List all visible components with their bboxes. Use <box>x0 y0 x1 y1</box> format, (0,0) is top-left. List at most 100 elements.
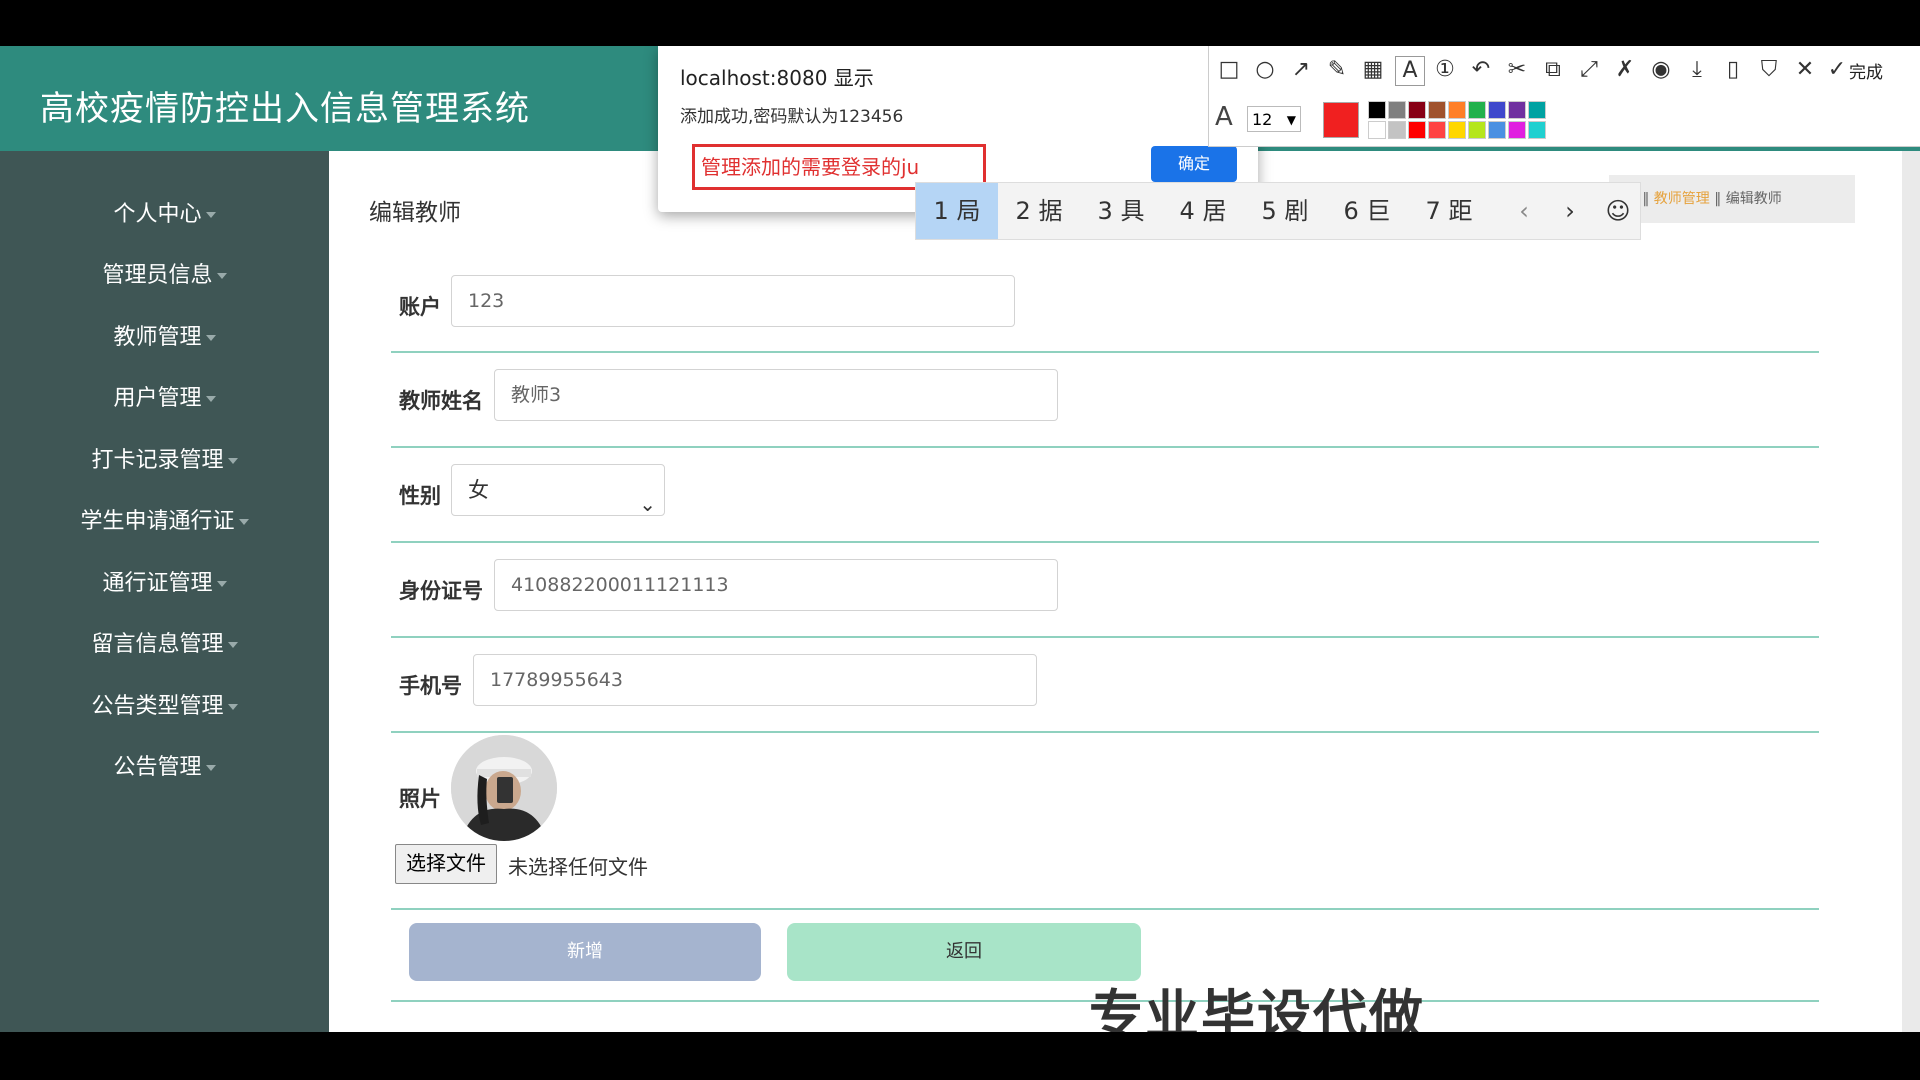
dialog-ok-button[interactable]: 确定 <box>1151 146 1237 182</box>
photo-label: 照片 <box>399 787 441 811</box>
chevron-right-icon[interactable]: › <box>1548 183 1592 239</box>
color-swatch[interactable] <box>1468 101 1486 119</box>
sidebar-item-pass-management[interactable]: 通行证管理 <box>0 559 329 609</box>
phone-icon[interactable]: ▯ <box>1719 56 1747 84</box>
text-tool-icon[interactable]: A <box>1395 56 1425 86</box>
color-swatch[interactable] <box>1368 121 1386 139</box>
color-swatch[interactable] <box>1408 101 1426 119</box>
close-icon[interactable]: ✕ <box>1791 56 1819 84</box>
gender-select[interactable]: 女 ⌄ <box>451 464 665 516</box>
teacher-name-input[interactable]: 教师3 <box>494 369 1058 421</box>
font-size-icon: A <box>1215 102 1233 132</box>
sidebar: 个人中心 管理员信息 教师管理 用户管理 打卡记录管理 学生申请通行证 通行证管… <box>0 151 329 1032</box>
scroll-capture-icon[interactable]: ⤢ <box>1575 56 1603 84</box>
choose-file-button[interactable]: 选择文件 <box>395 844 497 884</box>
form-row-id-number: 身份证号 410882200011121113 <box>391 543 1819 638</box>
account-input[interactable]: 123 <box>451 275 1015 327</box>
phone-label: 手机号 <box>399 674 462 698</box>
gender-label: 性别 <box>399 484 441 508</box>
ime-candidate[interactable]: 6 巨 <box>1326 183 1408 239</box>
sidebar-item-notice-types[interactable]: 公告类型管理 <box>0 682 329 732</box>
color-swatch[interactable] <box>1528 121 1546 139</box>
ellipse-tool-icon[interactable]: ○ <box>1251 56 1279 84</box>
main-content: 编辑教师 ⌂ ‖ 教师管理 ‖ 编辑教师 账户 123 教师姓名 教师3 性别 … <box>329 151 1920 1032</box>
person-photo-icon <box>451 735 557 841</box>
submit-add-button[interactable]: 新增 <box>409 923 761 981</box>
chevron-down-icon <box>205 212 216 218</box>
ime-candidate[interactable]: 4 居 <box>1162 183 1244 239</box>
mosaic-tool-icon[interactable]: ▦ <box>1359 56 1387 84</box>
sidebar-item-user-management[interactable]: 用户管理 <box>0 374 329 424</box>
chevron-down-icon <box>227 704 238 710</box>
record-icon[interactable]: ◉ <box>1647 56 1675 84</box>
number-marker-icon[interactable]: ① <box>1431 56 1459 84</box>
ime-candidate[interactable]: 3 具 <box>1080 183 1162 239</box>
check-icon[interactable]: ✓ <box>1823 56 1851 84</box>
color-swatch[interactable] <box>1448 121 1466 139</box>
arrow-tool-icon[interactable]: ↗ <box>1287 56 1315 84</box>
page-title: 编辑教师 <box>369 200 461 226</box>
sidebar-item-student-pass-apply[interactable]: 学生申请通行证 <box>0 497 329 547</box>
color-swatch[interactable] <box>1508 121 1526 139</box>
back-button[interactable]: 返回 <box>787 923 1141 981</box>
breadcrumb: ⌂ ‖ 教师管理 ‖ 编辑教师 <box>1609 175 1855 223</box>
chevron-down-icon <box>205 765 216 771</box>
pin-icon[interactable]: ✗ <box>1611 56 1639 84</box>
id-number-input[interactable]: 410882200011121113 <box>494 559 1058 611</box>
chevron-down-icon <box>216 581 227 587</box>
annotation-toolbar: □ ○ ↗ ✎ ▦ A ① ↶ ✂ ⧉ ⤢ ✗ ◉ ⤓ ▯ ⛉ ✕ ✓ 完成 A… <box>1208 46 1920 147</box>
color-swatch[interactable] <box>1428 121 1446 139</box>
chevron-down-icon <box>205 335 216 341</box>
undo-icon[interactable]: ↶ <box>1467 56 1495 84</box>
pencil-tool-icon[interactable]: ✎ <box>1323 56 1351 84</box>
color-swatch[interactable] <box>1388 101 1406 119</box>
form-row-teacher-name: 教师姓名 教师3 <box>391 353 1819 448</box>
ocr-icon[interactable]: ⧉ <box>1539 56 1567 84</box>
breadcrumb-item: 编辑教师 <box>1725 191 1782 207</box>
color-swatch[interactable] <box>1448 101 1466 119</box>
browser-viewport: 高校疫情防控出入信息管理系统 ⤧ 👤 个人中心 管理员信息 教师管理 用户管理 … <box>0 46 1920 1032</box>
teacher-name-label: 教师姓名 <box>399 389 483 413</box>
sidebar-item-admin-info[interactable]: 管理员信息 <box>0 251 329 301</box>
sidebar-item-messages[interactable]: 留言信息管理 <box>0 620 329 670</box>
font-size-value: 12 <box>1252 110 1273 129</box>
sidebar-item-personal-center[interactable]: 个人中心 <box>0 190 329 240</box>
done-label[interactable]: 完成 <box>1849 58 1883 83</box>
cut-icon[interactable]: ✂ <box>1503 56 1531 84</box>
font-size-select[interactable]: 12 ▼ <box>1247 106 1301 132</box>
color-swatch[interactable] <box>1468 121 1486 139</box>
color-swatch[interactable] <box>1428 101 1446 119</box>
color-swatch[interactable] <box>1388 121 1406 139</box>
breadcrumb-item[interactable]: 教师管理 <box>1654 191 1710 207</box>
color-swatch[interactable] <box>1368 101 1386 119</box>
color-swatch[interactable] <box>1408 121 1426 139</box>
form-row-photo: 照片 选择文件 未选择任何文件 <box>391 733 1819 910</box>
bookmark-icon[interactable]: ⛉ <box>1755 56 1783 84</box>
form-row-phone: 手机号 17789955643 <box>391 638 1819 733</box>
chevron-left-icon[interactable]: ‹ <box>1502 183 1546 239</box>
app-title: 高校疫情防控出入信息管理系统 <box>40 89 530 129</box>
current-color-swatch[interactable] <box>1323 102 1359 138</box>
ime-candidate[interactable]: 2 据 <box>998 183 1080 239</box>
ime-candidate[interactable]: 5 剧 <box>1244 183 1326 239</box>
phone-input[interactable]: 17789955643 <box>473 654 1037 706</box>
emoji-icon[interactable]: ☺ <box>1596 183 1640 239</box>
ime-candidate[interactable]: 1 局 <box>916 183 998 239</box>
scrollbar[interactable] <box>1902 151 1920 1032</box>
rectangle-tool-icon[interactable]: □ <box>1215 56 1243 84</box>
color-swatch[interactable] <box>1488 101 1506 119</box>
chevron-down-icon: ▼ <box>1286 113 1296 127</box>
color-swatch[interactable] <box>1488 121 1506 139</box>
sidebar-item-notices[interactable]: 公告管理 <box>0 743 329 793</box>
color-swatch[interactable] <box>1528 101 1546 119</box>
download-icon[interactable]: ⤓ <box>1683 56 1711 84</box>
photo-preview <box>451 735 557 841</box>
form-row-gender: 性别 女 ⌄ <box>391 448 1819 543</box>
ime-candidate-bar: 1 局 2 据 3 具 4 居 5 剧 6 巨 7 距 ‹ › ☺ <box>915 182 1641 240</box>
color-swatch[interactable] <box>1508 101 1526 119</box>
ime-candidate[interactable]: 7 距 <box>1408 183 1490 239</box>
sidebar-item-checkin-records[interactable]: 打卡记录管理 <box>0 436 329 486</box>
sidebar-item-teacher-management[interactable]: 教师管理 <box>0 313 329 363</box>
form-row-account: 账户 123 <box>391 261 1819 353</box>
chevron-down-icon <box>238 519 249 525</box>
